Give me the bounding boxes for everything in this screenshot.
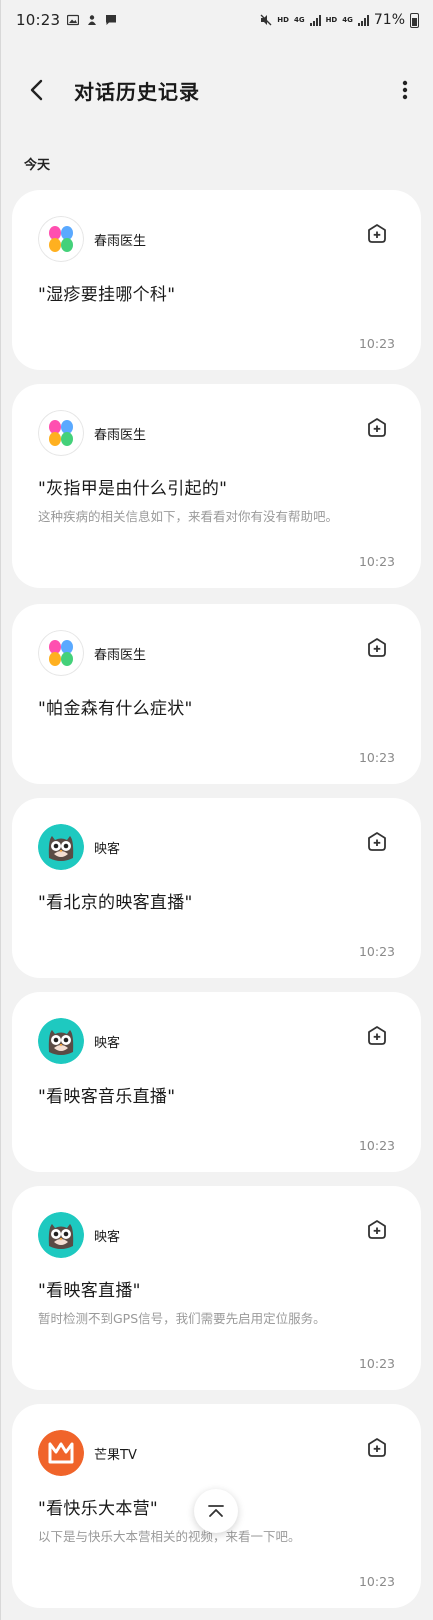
status-bar: 10:23 HD 4G HD 4G 71%: [0, 0, 433, 40]
add-shortcut-icon[interactable]: [365, 636, 389, 660]
query-text: "帕金森有什么症状": [38, 699, 193, 719]
app-name: 映客: [94, 1229, 121, 1245]
chunyu-app-icon: [38, 410, 84, 456]
add-shortcut-icon[interactable]: [365, 1436, 389, 1460]
inke-owl-app-icon: [38, 1212, 84, 1258]
history-card[interactable]: 映客 "看北京的映客直播" 10:23: [12, 798, 421, 978]
app-name: 春雨医生: [94, 233, 147, 249]
mango-tv-app-icon: [38, 1430, 84, 1476]
scroll-top-icon: [208, 1505, 224, 1517]
app-name: 春雨医生: [94, 427, 147, 443]
lte-label-2: 4G: [342, 15, 353, 24]
response-subtitle: 以下是与快乐大本营相关的视频，来看一下吧。: [38, 1529, 301, 1544]
gallery-icon: [67, 14, 80, 26]
status-time: 10:23: [16, 11, 61, 29]
lte-label-1: 4G: [293, 15, 305, 24]
query-text: "湿疹要挂哪个科": [38, 285, 176, 305]
chunyu-app-icon: [38, 630, 84, 676]
app-name: 映客: [94, 841, 121, 857]
history-card[interactable]: 春雨医生 "灰指甲是由什么引起的" 这种疾病的相关信息如下，来看看对你有没有帮助…: [12, 384, 421, 588]
query-text: "看北京的映客直播": [38, 893, 193, 913]
history-card[interactable]: 映客 "看映客直播" 暂时检测不到GPS信号，我们需要先启用定位服务。 10:2…: [12, 1186, 421, 1390]
back-arrow-icon: [30, 79, 43, 101]
timestamp: 10:23: [358, 1574, 395, 1589]
back-button[interactable]: [24, 77, 50, 103]
battery-percent: 71%: [373, 12, 405, 28]
app-name: 春雨医生: [94, 647, 147, 663]
timestamp: 10:23: [358, 1356, 395, 1371]
inke-owl-app-icon: [38, 1018, 84, 1064]
chunyu-app-icon: [38, 216, 84, 262]
add-shortcut-icon[interactable]: [365, 416, 389, 440]
query-text: "看映客音乐直播": [38, 1087, 176, 1107]
notification-app-icon: [88, 15, 97, 25]
app-bar: 对话历史记录: [0, 62, 433, 118]
timestamp: 10:23: [358, 554, 395, 569]
history-card[interactable]: 映客 "看映客音乐直播" 10:23: [12, 992, 421, 1172]
query-text: "看快乐大本营": [38, 1499, 159, 1519]
more-options-button[interactable]: [393, 78, 417, 102]
response-subtitle: 暂时检测不到GPS信号，我们需要先启用定位服务。: [38, 1311, 326, 1326]
mute-icon: [260, 14, 272, 26]
section-label-today: 今天: [24, 158, 51, 173]
screen-edge: [0, 0, 1, 1620]
add-shortcut-icon[interactable]: [365, 1218, 389, 1242]
history-card[interactable]: 春雨医生 "湿疹要挂哪个科" 10:23: [12, 190, 421, 370]
message-icon: [106, 15, 117, 25]
battery-icon: [410, 12, 419, 28]
hd-label-2: HD: [325, 15, 338, 24]
signal-icon-1: [309, 14, 321, 26]
query-text: "看映客直播": [38, 1281, 141, 1301]
add-shortcut-icon[interactable]: [365, 1024, 389, 1048]
app-name: 芒果TV: [94, 1447, 137, 1463]
query-text: "灰指甲是由什么引起的": [38, 479, 228, 499]
more-vert-icon: [402, 80, 408, 100]
app-name: 映客: [94, 1035, 121, 1051]
history-card[interactable]: 春雨医生 "帕金森有什么症状" 10:23: [12, 604, 421, 784]
timestamp: 10:23: [358, 1138, 395, 1153]
timestamp: 10:23: [358, 944, 395, 959]
add-shortcut-icon[interactable]: [365, 830, 389, 854]
add-shortcut-icon[interactable]: [365, 222, 389, 246]
inke-owl-app-icon: [38, 824, 84, 870]
scroll-to-top-button[interactable]: [194, 1489, 238, 1533]
timestamp: 10:23: [358, 750, 395, 765]
response-subtitle: 这种疾病的相关信息如下，来看看对你有没有帮助吧。: [38, 509, 339, 524]
timestamp: 10:23: [358, 336, 395, 351]
hd-label-1: HD: [277, 15, 289, 24]
signal-icon-2: [357, 14, 369, 26]
page-title: 对话历史记录: [74, 79, 200, 104]
